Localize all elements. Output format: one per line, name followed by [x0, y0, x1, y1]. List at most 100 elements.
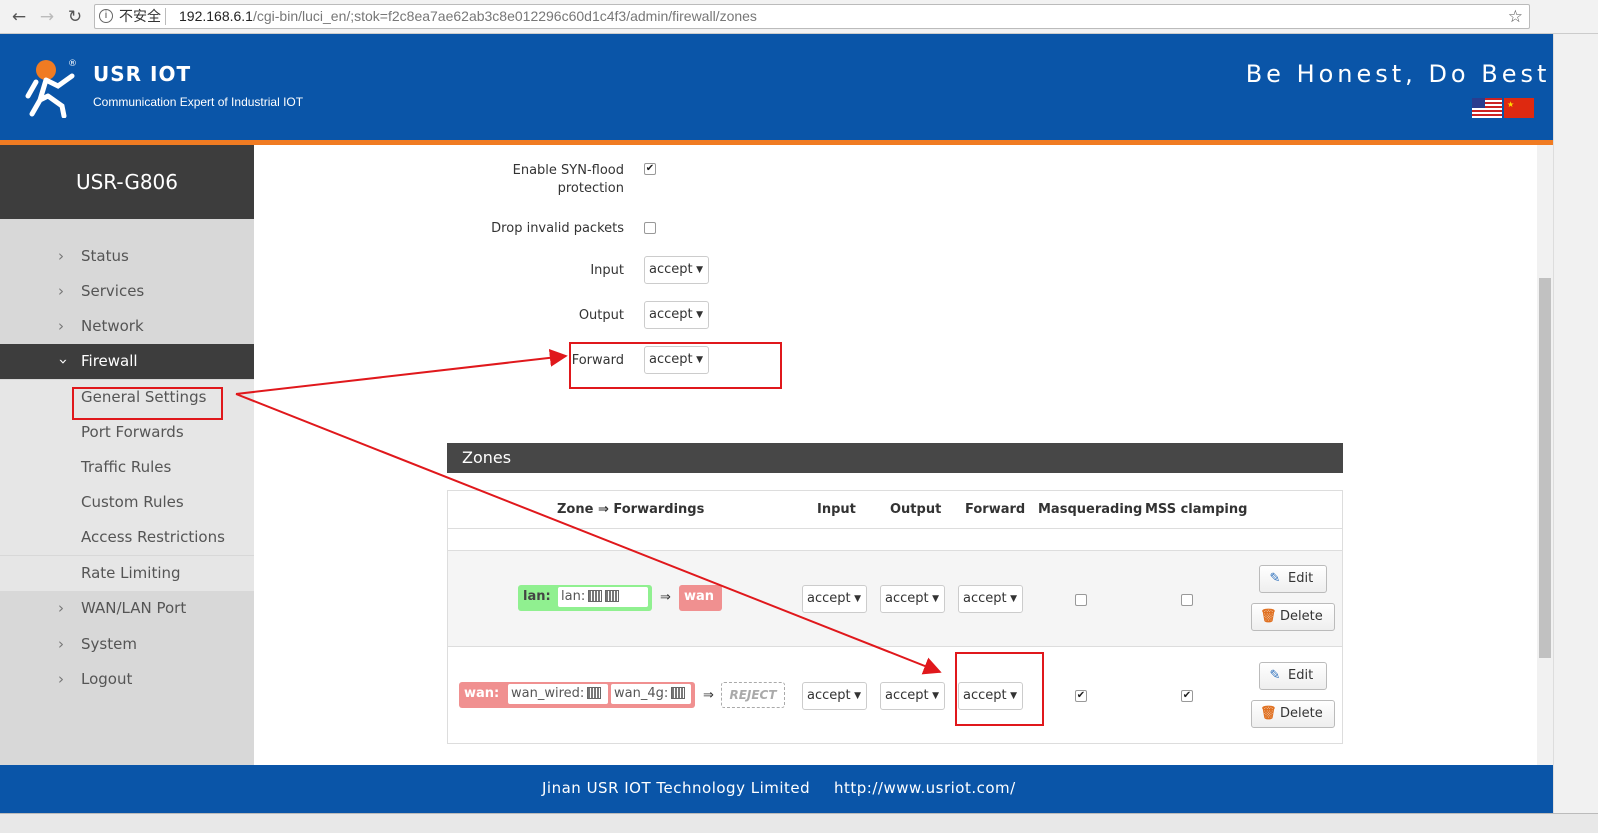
sidebar-item-label: Network	[81, 317, 144, 335]
lan-edit-button[interactable]: ✎ Edit	[1259, 565, 1327, 593]
dropdown-arrow-icon: ▼	[854, 594, 861, 604]
wan-edit-button[interactable]: ✎ Edit	[1259, 662, 1327, 690]
zone-network-lan: lan:	[558, 587, 648, 607]
sidebar-item-label: Status	[81, 247, 129, 265]
zone-network-wan-4g: wan_4g:	[611, 684, 691, 704]
trash-icon: 🗑	[1260, 706, 1277, 721]
chevron-right-icon: ›	[58, 599, 64, 617]
wan-mss-checkbox[interactable]: ✔	[1181, 690, 1193, 702]
input-policy-select[interactable]: accept ▼	[644, 256, 709, 284]
lan-delete-button[interactable]: 🗑 Delete	[1251, 603, 1335, 631]
browser-toolbar: ← → ↻ i 不安全 192.168.6.1/cgi-bin/luci_en/…	[0, 0, 1598, 34]
col-output: Output	[890, 502, 942, 517]
back-icon[interactable]: ←	[8, 6, 30, 28]
usr-logo-icon: ®	[25, 59, 77, 118]
sidebar-subitem-traffic-rules[interactable]: Traffic Rules	[0, 450, 254, 485]
input-label: Input	[590, 263, 624, 278]
cn-flag-icon[interactable]: ★	[1504, 98, 1534, 118]
url-text[interactable]: 192.168.6.1/cgi-bin/luci_en/;stok=f2c8ea…	[179, 5, 757, 28]
annotation-box-zone-forward	[955, 652, 1044, 726]
forward-arrow: ⇒	[660, 590, 671, 605]
drop-invalid-checkbox[interactable]	[644, 222, 656, 234]
annotation-box-general-settings	[72, 387, 223, 420]
sidebar-item-services[interactable]: › Services	[0, 274, 254, 309]
sidebar-subitem-rate-limiting[interactable]: Rate Limiting	[0, 556, 254, 591]
output-policy-select[interactable]: accept ▼	[644, 301, 709, 329]
lan-forward-select[interactable]: accept ▼	[958, 585, 1023, 613]
sidebar-item-label: Logout	[81, 670, 133, 688]
syn-flood-label: Enable SYN-flood protection	[512, 163, 624, 196]
sidebar-item-system[interactable]: › System	[0, 627, 254, 662]
wan-input-select[interactable]: accept ▼	[802, 682, 867, 710]
address-separator	[165, 8, 166, 25]
network-icon	[671, 687, 686, 699]
col-zone-forwardings: Zone ⇒ Forwardings	[557, 502, 705, 517]
device-name: USR-G806	[0, 145, 254, 219]
sidebar-item-wan-lan-port[interactable]: › WAN/LAN Port	[0, 591, 254, 626]
security-label: 不安全	[119, 8, 161, 24]
chevron-right-icon: ›	[58, 670, 64, 688]
content-scrollbar-thumb[interactable]	[1539, 278, 1551, 658]
syn-flood-checkbox[interactable]: ✔	[644, 163, 656, 175]
us-flag-icon[interactable]	[1472, 98, 1502, 118]
sidebar-item-network[interactable]: › Network	[0, 309, 254, 344]
dropdown-arrow-icon: ▼	[932, 691, 939, 701]
wifi-icon	[605, 590, 620, 602]
lan-masquerading-checkbox[interactable]	[1075, 594, 1087, 606]
site-footer: Jinan USR IOT Technology Limited http://…	[0, 765, 1553, 813]
sidebar-item-label: Services	[81, 282, 145, 300]
reject-badge: REJECT	[721, 682, 785, 708]
dropdown-arrow-icon: ▼	[854, 691, 861, 701]
bookmark-star-icon[interactable]: ☆	[1508, 5, 1523, 28]
zone-badge-wan[interactable]: wan: wan_wired: wan_4g:	[459, 682, 695, 708]
dropdown-arrow-icon: ▼	[1010, 594, 1017, 604]
chevron-right-icon: ›	[58, 317, 64, 335]
zone-badge-wan-dest[interactable]: wan	[679, 585, 722, 611]
footer-company: Jinan USR IOT Technology Limited	[542, 779, 811, 797]
sidebar-subitem-custom-rules[interactable]: Custom Rules	[0, 485, 254, 520]
sidebar-item-label: Port Forwards	[81, 423, 184, 441]
sidebar-item-label: Firewall	[81, 352, 138, 370]
wan-delete-button[interactable]: 🗑 Delete	[1251, 700, 1335, 728]
dropdown-arrow-icon: ▼	[696, 310, 703, 320]
dropdown-arrow-icon: ▼	[932, 594, 939, 604]
brand-name: USR IOT	[93, 62, 192, 86]
network-icon	[588, 590, 603, 602]
chevron-right-icon: ›	[58, 282, 64, 300]
sidebar-item-label: Traffic Rules	[81, 458, 172, 476]
footer-website-link[interactable]: http://www.usriot.com/	[834, 765, 1016, 811]
brand-tagline: Communication Expert of Industrial IOT	[93, 95, 304, 109]
info-icon[interactable]: i	[99, 9, 113, 23]
col-input: Input	[817, 502, 856, 517]
zone-badge-lan[interactable]: lan: lan:	[518, 585, 652, 611]
table-header-divider	[448, 528, 1342, 529]
browser-bottom-bar	[0, 813, 1598, 833]
svg-text:®: ®	[68, 59, 77, 69]
lan-mss-checkbox[interactable]	[1181, 594, 1193, 606]
output-label: Output	[578, 308, 624, 323]
reload-icon[interactable]: ↻	[64, 6, 86, 28]
slogan: Be Honest, Do Best!	[1245, 60, 1564, 88]
col-masquerading: Masquerading	[1038, 502, 1143, 517]
sidebar-subitem-access-restrictions[interactable]: Access Restrictions	[0, 520, 254, 555]
network-icon	[587, 687, 602, 699]
wan-masquerading-checkbox[interactable]: ✔	[1075, 690, 1087, 702]
sidebar-subitem-port-forwards[interactable]: Port Forwards	[0, 415, 254, 450]
annotation-box-forward	[569, 342, 782, 389]
address-bar[interactable]: i 不安全 192.168.6.1/cgi-bin/luci_en/;stok=…	[94, 4, 1530, 29]
sidebar-item-logout[interactable]: › Logout	[0, 662, 254, 697]
col-forward: Forward	[965, 502, 1026, 517]
forward-icon[interactable]: →	[36, 6, 58, 28]
sidebar-item-firewall[interactable]: › Firewall	[0, 344, 254, 379]
window-scrollbar[interactable]	[1553, 34, 1598, 833]
svg-text:★: ★	[1507, 100, 1514, 109]
sidebar-item-label: Custom Rules	[81, 493, 184, 511]
trash-icon: 🗑	[1260, 609, 1277, 624]
sidebar-item-status[interactable]: › Status	[0, 239, 254, 274]
lan-output-select[interactable]: accept ▼	[880, 585, 945, 613]
col-mss-clamping: MSS clamping	[1145, 502, 1248, 517]
lan-input-select[interactable]: accept ▼	[802, 585, 867, 613]
chevron-right-icon: ›	[58, 247, 64, 265]
wan-output-select[interactable]: accept ▼	[880, 682, 945, 710]
sidebar-item-label: System	[81, 635, 137, 653]
